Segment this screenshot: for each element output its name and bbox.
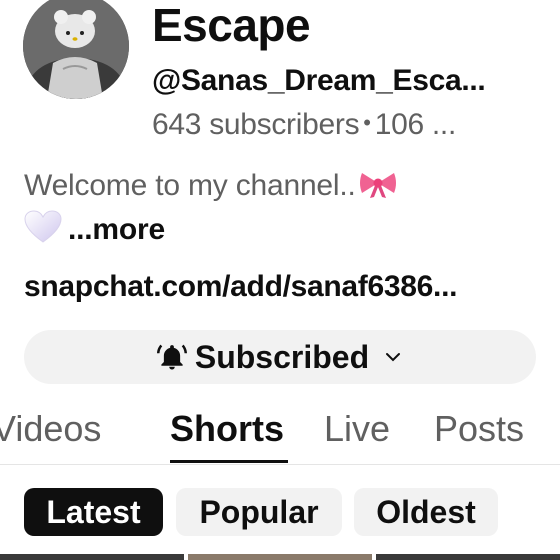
- filter-chip-oldest[interactable]: Oldest: [354, 488, 498, 536]
- filter-chip-popular[interactable]: Popular: [176, 488, 342, 536]
- description-more-link[interactable]: ...more: [68, 213, 165, 246]
- channel-external-link[interactable]: snapchat.com/add/sanaf6386...: [24, 270, 457, 304]
- filter-chip-latest[interactable]: Latest: [24, 488, 163, 536]
- channel-stats: 643 subscribers • 106 ...: [152, 108, 456, 142]
- shorts-thumbnail-row: [0, 552, 560, 560]
- channel-name: Escape: [152, 0, 311, 51]
- tab-videos[interactable]: Videos: [0, 408, 101, 450]
- subscribed-label: Subscribed: [194, 338, 370, 375]
- chevron-down-icon: [383, 347, 403, 367]
- active-tab-indicator: [170, 460, 288, 463]
- video-count: 106 ...: [374, 108, 457, 141]
- subscribed-button[interactable]: Subscribed: [24, 330, 536, 384]
- channel-description[interactable]: Welcome to my channel.. ...more: [24, 166, 524, 255]
- tab-posts[interactable]: Posts: [434, 408, 524, 450]
- channel-avatar[interactable]: [23, 0, 129, 99]
- avatar-image: [23, 0, 129, 99]
- shorts-thumbnail[interactable]: [0, 554, 184, 560]
- channel-tabs: Videos Shorts Live Posts: [0, 402, 560, 465]
- bell-ringing-icon: [156, 342, 187, 372]
- stats-separator: •: [363, 110, 371, 135]
- tab-live[interactable]: Live: [324, 408, 390, 450]
- tab-shorts[interactable]: Shorts: [170, 408, 284, 450]
- white-heart-icon: [24, 210, 62, 255]
- pink-bow-icon: [358, 169, 398, 210]
- description-text: Welcome to my channel..: [24, 169, 356, 202]
- shorts-thumbnail[interactable]: [188, 554, 372, 560]
- channel-handle: @Sanas_Dream_Esca...: [152, 64, 486, 97]
- subscriber-count: 643 subscribers: [152, 108, 360, 141]
- shorts-thumbnail[interactable]: [376, 554, 560, 560]
